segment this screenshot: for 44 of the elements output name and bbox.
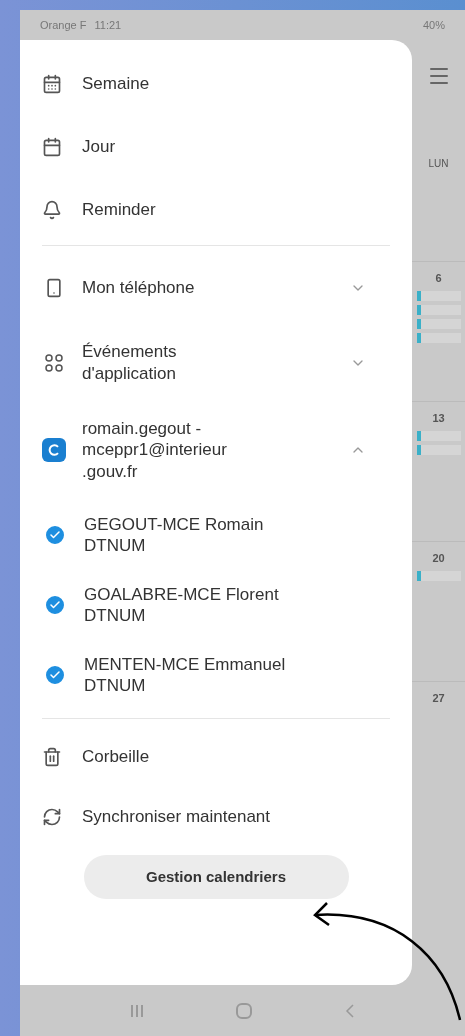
calendar-checkbox[interactable] — [46, 596, 64, 614]
apps-icon — [44, 352, 64, 373]
drawer-item[interactable]: Jour — [34, 115, 398, 178]
bell-icon — [42, 199, 62, 220]
event-bar — [416, 318, 461, 329]
check-icon — [49, 599, 61, 611]
recent-apps-icon[interactable] — [130, 1004, 143, 1017]
calendar-source[interactable]: Événements d'application — [34, 325, 398, 400]
clock-time: 11:21 — [94, 17, 122, 33]
drawer-item[interactable]: Semaine — [34, 52, 398, 115]
calendar-item[interactable]: MENTEN-MCE Emmanuel DTNUM — [34, 640, 398, 710]
home-icon[interactable] — [235, 1002, 252, 1019]
event-bar — [416, 290, 461, 301]
back-icon[interactable] — [344, 1002, 355, 1019]
date-number: 20 — [432, 551, 445, 566]
event-bar — [416, 332, 461, 343]
calendar-checkbox[interactable] — [46, 526, 64, 544]
calendar-source[interactable]: romain.gegout -mceppr1@interieur .gouv.fr — [34, 400, 398, 500]
date-number: 6 — [435, 271, 442, 286]
date-number: 27 — [432, 691, 445, 706]
check-icon — [49, 529, 61, 541]
drawer-item[interactable]: Corbeille — [34, 727, 398, 787]
calendar-checkbox[interactable] — [46, 666, 64, 684]
date-number: 13 — [432, 411, 445, 426]
day-header: LUN — [428, 157, 449, 171]
account-icon — [42, 438, 66, 462]
event-bar — [416, 444, 461, 455]
battery-level: 40% — [422, 17, 445, 33]
phone-icon — [44, 277, 64, 298]
manage-calendars-button[interactable]: Gestion calendriers — [83, 855, 349, 899]
calendar-source[interactable]: Mon téléphone — [34, 250, 398, 325]
event-bar — [416, 304, 461, 315]
drawer-item[interactable]: Reminder — [34, 178, 398, 241]
carrier-name: Orange F — [40, 17, 87, 33]
event-bar — [416, 430, 461, 441]
sync-icon — [42, 807, 62, 827]
calendar-icon — [42, 73, 62, 94]
check-icon — [49, 669, 61, 681]
trash-icon — [42, 747, 62, 767]
calendar-item[interactable]: GEGOUT-MCE Romain DTNUM — [34, 500, 398, 570]
event-bar — [416, 570, 461, 581]
drawer-item[interactable]: Synchroniser maintenant — [34, 787, 398, 847]
calendar-item[interactable]: GOALABRE-MCE Florent DTNUM — [34, 570, 398, 640]
calendar-icon — [42, 136, 62, 157]
